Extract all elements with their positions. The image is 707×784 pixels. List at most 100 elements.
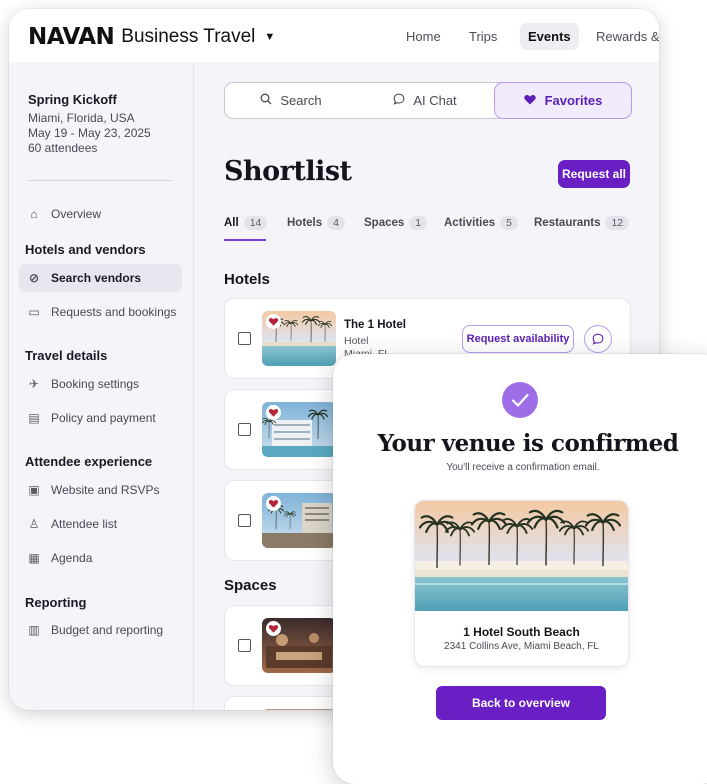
event-name: Spring Kickoff (28, 92, 117, 107)
hotel-photo (262, 402, 336, 457)
dialog-subtitle: You'll receive a confirmation email. (446, 462, 600, 473)
sidebar-item-label: Budget and reporting (51, 623, 164, 637)
space-photo (262, 618, 336, 673)
sidebar-item-search-vendors[interactable]: ⊘ Search vendors (19, 264, 182, 292)
search-icon (260, 93, 272, 108)
sidebar-item-label: Website and RSVPs (51, 483, 160, 497)
bar-chart-icon: ▥ (28, 623, 40, 637)
website-icon: ▣ (28, 483, 40, 497)
tab-label: Spaces (364, 217, 405, 229)
tab-label: Hotels (287, 217, 323, 229)
sidebar-item-agenda[interactable]: ▦ Agenda (19, 544, 182, 572)
favorite-heart-icon[interactable] (266, 496, 281, 511)
sidebar-item-label: Agenda (51, 551, 93, 565)
request-availability-button[interactable]: Request availability (462, 325, 574, 353)
search-tab-label: Search (280, 93, 322, 108)
sidebar-item-label: Search vendors (51, 271, 142, 285)
tab-count: 14 (243, 216, 268, 230)
tab-label: Activities (444, 217, 496, 229)
event-dates: May 19 - May 23, 2025 (28, 126, 151, 140)
select-checkbox[interactable] (238, 423, 251, 436)
favorite-heart-icon[interactable] (266, 314, 281, 329)
tab-label: Restaurants (534, 217, 601, 229)
select-checkbox[interactable] (238, 332, 251, 345)
search-mode-toggle: Search AI Chat Favorites (224, 82, 632, 119)
sidebar-item-policy-payment[interactable]: ▤ Policy and payment (19, 404, 182, 432)
tab-all[interactable]: All 14 (224, 216, 268, 230)
ai-chat-tab[interactable]: AI Chat (357, 83, 493, 118)
chevron-down-icon: ▼ (264, 31, 276, 43)
message-button[interactable] (584, 325, 612, 353)
favorites-tab[interactable]: Favorites (494, 82, 632, 119)
sidebar-item-attendee-list[interactable]: ♙ Attendee list (19, 510, 182, 538)
tab-hotels[interactable]: Hotels 4 (287, 216, 345, 230)
sidebar: Spring Kickoff Miami, Florida, USA May 1… (9, 62, 194, 710)
heart-icon (523, 93, 536, 108)
sidebar-heading-hotels-vendors: Hotels and vendors (25, 242, 146, 257)
hotel-type: Hotel (344, 335, 369, 347)
sidebar-heading-travel-details: Travel details (25, 348, 108, 363)
page-title: Shortlist (224, 156, 352, 187)
tab-label: All (224, 217, 239, 229)
space-photo (262, 709, 336, 710)
nav-trips[interactable]: Trips (461, 23, 505, 50)
favorite-heart-icon[interactable] (266, 405, 281, 420)
tab-restaurants[interactable]: Restaurants 12 (534, 216, 630, 230)
ai-chat-tab-label: AI Chat (413, 93, 457, 108)
airplane-icon: ✈ (28, 377, 40, 391)
sidebar-item-label: Booking settings (51, 377, 140, 391)
nav-home[interactable]: Home (398, 23, 449, 50)
select-checkbox[interactable] (238, 514, 251, 527)
hotel-name: The 1 Hotel (344, 319, 406, 331)
sidebar-item-booking-settings[interactable]: ✈ Booking settings (19, 370, 182, 398)
nav-events[interactable]: Events (520, 23, 579, 50)
tab-activities[interactable]: Activities 5 (444, 216, 518, 230)
confirmation-dialog: Your venue is confirmed You'll receive a… (333, 354, 707, 784)
tab-spaces[interactable]: Spaces 1 (364, 216, 428, 230)
venue-name: 1 Hotel South Beach (463, 625, 580, 639)
section-title-spaces: Spaces (224, 577, 277, 594)
search-tab[interactable]: Search (225, 83, 357, 118)
sidebar-item-overview[interactable]: ⌂ Overview (19, 200, 182, 228)
credit-card-icon: ▤ (28, 411, 40, 425)
tab-count: 1 (409, 216, 428, 230)
bed-icon: ▭ (28, 305, 40, 319)
sidebar-divider (28, 180, 172, 181)
home-icon: ⌂ (30, 207, 38, 221)
favorite-heart-icon[interactable] (266, 621, 281, 636)
top-navigation-bar: NAVAN Business Travel ▼ Home Trips Event… (9, 9, 659, 63)
venue-address: 2341 Collins Ave, Miami Beach, FL (444, 641, 599, 652)
people-icon: ♙ (28, 517, 40, 531)
venue-card: 1 Hotel South Beach 2341 Collins Ave, Mi… (414, 500, 629, 667)
tab-count: 5 (500, 216, 518, 230)
event-location: Miami, Florida, USA (28, 111, 135, 125)
sidebar-item-budget-reporting[interactable]: ▥ Budget and reporting (19, 616, 182, 644)
select-checkbox[interactable] (238, 639, 251, 652)
hotel-photo (262, 311, 336, 366)
active-tab-indicator (224, 239, 266, 241)
event-attendees: 60 attendees (28, 141, 98, 155)
sidebar-item-label: Requests and bookings (51, 305, 177, 319)
success-check-icon (502, 382, 538, 418)
compass-icon: ⊘ (28, 271, 40, 285)
calendar-icon: ▦ (28, 551, 40, 565)
chat-bubble-icon (592, 333, 604, 345)
sidebar-item-requests-bookings[interactable]: ▭ Requests and bookings (19, 298, 182, 326)
navan-logo: NAVAN (28, 24, 115, 50)
product-name: Business Travel (121, 26, 256, 47)
back-to-overview-button[interactable]: Back to overview (436, 686, 606, 720)
tab-count: 4 (327, 216, 345, 230)
sidebar-item-label: Overview (51, 207, 102, 221)
request-all-button[interactable]: Request all (558, 160, 630, 188)
nav-rewards[interactable]: Rewards & (588, 23, 659, 50)
dialog-title: Your venue is confirmed (377, 430, 679, 457)
brand-menu[interactable]: NAVAN Business Travel ▼ (28, 24, 275, 50)
sidebar-item-website-rsvps[interactable]: ▣ Website and RSVPs (19, 476, 182, 504)
sidebar-heading-attendee-experience: Attendee experience (25, 454, 153, 469)
sidebar-item-label: Attendee list (51, 517, 118, 531)
favorites-tab-label: Favorites (544, 93, 603, 108)
tab-count: 12 (605, 216, 630, 230)
hotel-photo (262, 493, 336, 548)
section-title-hotels: Hotels (224, 271, 270, 288)
sidebar-heading-reporting: Reporting (25, 595, 87, 610)
